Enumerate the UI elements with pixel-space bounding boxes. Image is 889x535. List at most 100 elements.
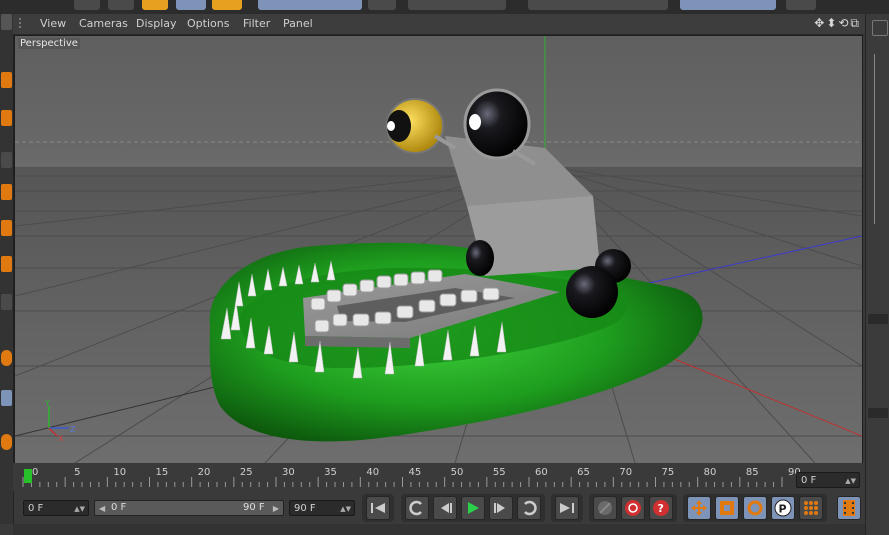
slider-right-arrow[interactable]: ▶ bbox=[273, 502, 279, 516]
timeline-tick-label: 10 bbox=[113, 467, 127, 478]
timeline-tick-label: 70 bbox=[619, 467, 633, 478]
timeline-ticks bbox=[22, 477, 783, 487]
timeline-tick-label: 5 bbox=[74, 467, 81, 478]
previous-key-button[interactable] bbox=[405, 496, 429, 520]
menu-view[interactable]: View bbox=[40, 17, 66, 30]
toolbar-button-group[interactable] bbox=[408, 0, 506, 10]
timeline-tick-label: 25 bbox=[239, 467, 253, 478]
point-level-key-button[interactable] bbox=[799, 496, 823, 520]
toolbar-button[interactable] bbox=[176, 0, 206, 10]
panel-ruler bbox=[874, 54, 887, 224]
menu-panel[interactable]: Panel bbox=[283, 17, 313, 30]
edit-icon[interactable] bbox=[1, 110, 12, 126]
timeline-tick-label: 60 bbox=[535, 467, 548, 478]
record-active-objects-button[interactable] bbox=[593, 496, 617, 520]
toolbar-button[interactable] bbox=[786, 0, 816, 10]
timeline-tick-label: 80 bbox=[703, 467, 717, 478]
scale-icon bbox=[720, 501, 734, 515]
axis-z-label: Z bbox=[70, 425, 76, 434]
previous-key-icon bbox=[409, 500, 422, 516]
svg-text:P: P bbox=[779, 503, 787, 516]
panel-field[interactable] bbox=[868, 408, 888, 418]
timeline-tick-label: 40 bbox=[366, 467, 380, 478]
move-icon bbox=[691, 500, 707, 516]
tool-icon[interactable] bbox=[1, 14, 12, 30]
range-start-value: 0 F bbox=[111, 502, 127, 513]
film-strip-icon bbox=[843, 500, 855, 516]
timeline-tick-label: 75 bbox=[661, 467, 675, 478]
viewport-label: Perspective bbox=[18, 38, 80, 49]
toolbar-button[interactable] bbox=[108, 0, 134, 10]
tool-icon[interactable] bbox=[1, 152, 12, 168]
skip-end-icon bbox=[560, 503, 574, 513]
position-key-button[interactable] bbox=[687, 496, 711, 520]
timeline-tick-label: 0 bbox=[32, 467, 39, 478]
tool-icon[interactable] bbox=[1, 184, 12, 200]
viewport-scene bbox=[15, 36, 862, 463]
top-toolbar-strip bbox=[0, 0, 889, 14]
next-frame-button[interactable] bbox=[489, 496, 513, 520]
start-frame-value: 0 F bbox=[28, 503, 44, 514]
timeline-tick-label: 50 bbox=[450, 467, 464, 478]
toolbar-button-group[interactable] bbox=[680, 0, 776, 10]
parameter-key-button[interactable]: P bbox=[771, 496, 795, 520]
viewport-nav-icons[interactable]: ✥⬍⟲⧉ bbox=[814, 16, 861, 31]
play-icon bbox=[468, 502, 479, 514]
current-frame-field[interactable]: 0 F ▲▼ bbox=[796, 472, 860, 488]
toolbar-button[interactable] bbox=[74, 0, 100, 10]
axis-y-label: Y bbox=[44, 399, 50, 408]
stepper-icon[interactable]: ▲▼ bbox=[340, 501, 351, 517]
step-back-icon bbox=[441, 503, 452, 513]
tool-icon[interactable] bbox=[1, 294, 12, 310]
right-panel-edge bbox=[865, 14, 889, 535]
toolbar-button-group[interactable] bbox=[528, 0, 668, 10]
sphere-icon[interactable] bbox=[1, 350, 12, 366]
frame-range-slider[interactable]: ◀ 0 F 90 F ▶ bbox=[94, 500, 284, 516]
timeline-tick-label: 30 bbox=[282, 467, 295, 478]
autokeying-button[interactable] bbox=[621, 496, 645, 520]
tool-icon[interactable] bbox=[1, 434, 12, 450]
svg-text:?: ? bbox=[658, 502, 664, 515]
menu-display[interactable]: Display bbox=[136, 17, 177, 30]
current-frame-value: 0 F bbox=[801, 475, 817, 486]
slider-left-arrow[interactable]: ◀ bbox=[99, 502, 105, 516]
axis-x-label: X bbox=[58, 434, 64, 442]
next-key-button[interactable] bbox=[517, 496, 541, 520]
parameter-icon: P bbox=[774, 499, 792, 517]
start-frame-field[interactable]: 0 F ▲▼ bbox=[23, 500, 89, 516]
toolbar-button[interactable] bbox=[142, 0, 168, 10]
tool-icon[interactable] bbox=[1, 256, 12, 272]
tool-icon[interactable] bbox=[1, 390, 12, 406]
toolbar-button[interactable] bbox=[212, 0, 242, 10]
menu-options[interactable]: Options bbox=[187, 17, 229, 30]
cube-icon[interactable] bbox=[1, 72, 12, 88]
end-frame-field[interactable]: 90 F ▲▼ bbox=[289, 500, 355, 516]
range-end-value: 90 F bbox=[243, 502, 265, 513]
menu-filter[interactable]: Filter bbox=[243, 17, 270, 30]
timeline-ruler[interactable] bbox=[13, 463, 865, 491]
perspective-viewport[interactable]: Perspective Y Z X bbox=[14, 35, 863, 464]
panel-field[interactable] bbox=[868, 314, 888, 324]
grip-handle[interactable] bbox=[19, 18, 29, 28]
timeline-window-button[interactable] bbox=[837, 496, 861, 520]
rotation-key-button[interactable] bbox=[743, 496, 767, 520]
playhead[interactable] bbox=[24, 469, 32, 483]
scale-key-button[interactable] bbox=[715, 496, 739, 520]
stepper-icon[interactable]: ▲▼ bbox=[74, 501, 85, 517]
keyframe-selection-button[interactable]: ? bbox=[649, 496, 673, 520]
panel-button[interactable] bbox=[872, 20, 888, 36]
axis-gizmo: Y Z X bbox=[44, 399, 76, 442]
previous-frame-button[interactable] bbox=[433, 496, 457, 520]
tool-icon[interactable] bbox=[1, 220, 12, 236]
timeline-tick-label: 65 bbox=[577, 467, 590, 478]
toolbar-button[interactable] bbox=[368, 0, 396, 10]
play-button[interactable] bbox=[461, 496, 485, 520]
stepper-icon[interactable]: ▲▼ bbox=[845, 473, 856, 489]
go-to-start-button[interactable] bbox=[366, 496, 390, 520]
timeline-tick-label: 20 bbox=[197, 467, 211, 478]
toolbar-button-group[interactable] bbox=[258, 0, 362, 10]
go-to-end-button[interactable] bbox=[555, 496, 579, 520]
timeline-tick-label: 15 bbox=[155, 467, 169, 478]
left-toolbar bbox=[0, 14, 14, 524]
menu-cameras[interactable]: Cameras bbox=[79, 17, 128, 30]
